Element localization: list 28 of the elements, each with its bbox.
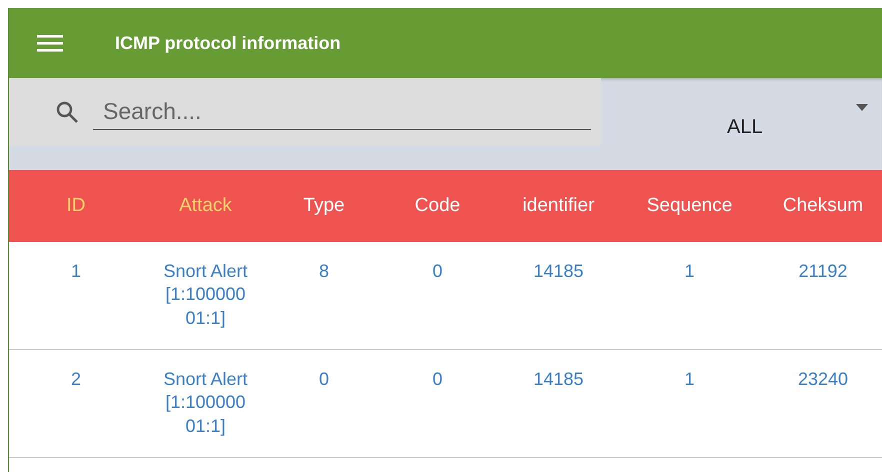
menu-icon[interactable]: [37, 33, 63, 53]
column-header: Type: [302, 195, 346, 217]
column-header: identifier: [522, 195, 596, 217]
search-bar[interactable]: Search....: [9, 78, 601, 146]
table-cell-text: 23240: [796, 368, 850, 391]
table-cell-text: 1: [683, 260, 696, 283]
caret-icon: [856, 104, 868, 111]
table-cell-text: 1: [683, 368, 696, 391]
column-header: Attack: [178, 195, 233, 217]
search-field[interactable]: Search....: [93, 94, 591, 130]
table-cell-text: 0: [318, 368, 330, 391]
column-header: Sequence: [646, 195, 734, 217]
table-cell-text: 21192: [798, 260, 848, 283]
table-cell-text: 1: [70, 260, 82, 283]
filter-dropdown[interactable]: ALL: [601, 78, 882, 139]
table-cell-text: 0: [431, 368, 444, 391]
table-cell-text: 2: [70, 368, 82, 391]
search-icon: [55, 100, 79, 124]
column-header: Cheksum: [782, 195, 864, 217]
table-cell-text: 8: [318, 260, 330, 283]
table-cell-text: Snort Alert [1:10000001:1]: [162, 260, 249, 330]
column-header: ID: [66, 195, 86, 217]
table-cell-text: Snort Alert [1:10000001:1]: [162, 368, 249, 438]
table-cell-text: 14185: [532, 368, 585, 391]
table-cell-text: 0: [431, 260, 444, 283]
app-title: ICMP protocol information: [115, 32, 341, 54]
table-cell-text: 14185: [532, 260, 585, 283]
column-header: Code: [414, 195, 462, 217]
